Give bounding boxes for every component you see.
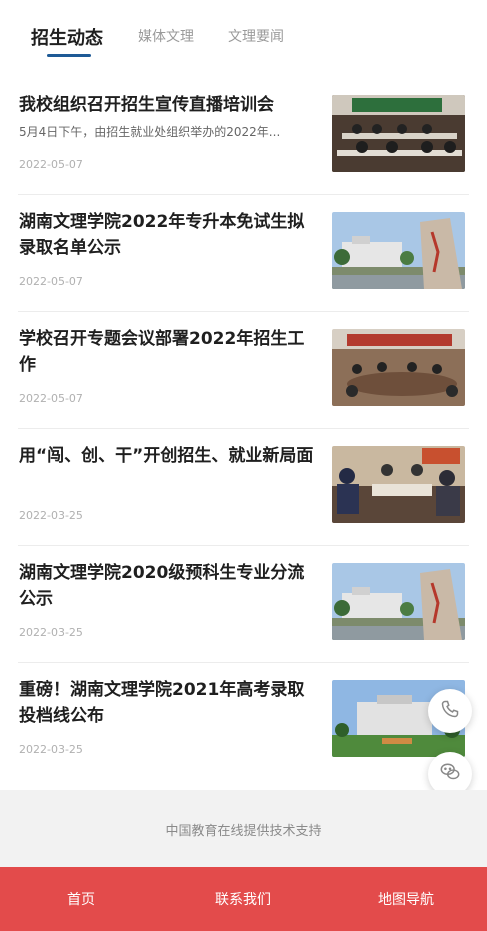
news-title[interactable]: 湖南文理学院2020级预科生专业分流公示	[19, 560, 315, 612]
news-date: 2022-05-07	[19, 158, 83, 171]
tab-bar: 招生动态 媒体文理 文理要闻	[0, 0, 487, 70]
phone-button[interactable]	[428, 689, 472, 733]
discussion-photo	[332, 446, 465, 523]
campus-stone-photo	[332, 563, 465, 640]
news-item[interactable]: 我校组织召开招生宣传直播培训会 5月4日下午，由招生就业处组织举办的2022年.…	[0, 78, 487, 195]
news-date: 2022-03-25	[19, 743, 83, 756]
nav-map[interactable]: 地图导航	[325, 867, 487, 931]
tab-admission-news[interactable]: 招生动态	[31, 24, 103, 50]
news-date: 2022-03-25	[19, 626, 83, 639]
news-thumbnail[interactable]	[332, 446, 465, 523]
conference-table-photo	[332, 329, 465, 406]
news-item[interactable]: 湖南文理学院2022年专升本免试生拟录取名单公示 2022-05-07	[0, 195, 487, 312]
nav-contact[interactable]: 联系我们	[162, 867, 324, 931]
news-summary: 5月4日下午，由招生就业处组织举办的2022年...	[19, 125, 281, 139]
wechat-icon	[439, 761, 461, 787]
footer-text: 中国教育在线提供技术支持	[165, 824, 322, 839]
news-title[interactable]: 湖南文理学院2022年专升本免试生拟录取名单公示	[19, 209, 315, 261]
news-item[interactable]: 重磅！湖南文理学院2021年高考录取投档线公布 2022-03-25	[0, 663, 487, 780]
news-date: 2022-05-07	[19, 392, 83, 405]
news-thumbnail[interactable]	[332, 212, 465, 289]
bottom-nav: 首页 联系我们 地图导航	[0, 867, 487, 931]
news-thumbnail[interactable]	[332, 563, 465, 640]
news-title[interactable]: 我校组织召开招生宣传直播培训会	[19, 92, 315, 118]
news-title[interactable]: 用“闯、创、干”开创招生、就业新局面	[19, 443, 315, 469]
news-thumbnail[interactable]	[332, 329, 465, 406]
campus-stone-photo	[332, 212, 465, 289]
active-tab-indicator	[47, 54, 91, 57]
footer-note: 中国教育在线提供技术支持	[0, 790, 487, 867]
tab-important-news[interactable]: 文理要闻	[228, 26, 284, 46]
news-date: 2022-05-07	[19, 275, 83, 288]
news-date: 2022-03-25	[19, 509, 83, 522]
news-item[interactable]: 学校召开专题会议部署2022年招生工作 2022-05-07	[0, 312, 487, 429]
news-item[interactable]: 湖南文理学院2020级预科生专业分流公示 2022-03-25	[0, 546, 487, 663]
phone-icon	[440, 699, 460, 723]
tab-media-news[interactable]: 媒体文理	[138, 26, 194, 46]
nav-home[interactable]: 首页	[0, 867, 162, 931]
news-title[interactable]: 学校召开专题会议部署2022年招生工作	[19, 326, 315, 378]
meeting-room-photo	[332, 95, 465, 172]
news-title[interactable]: 重磅！湖南文理学院2021年高考录取投档线公布	[19, 677, 315, 729]
news-item[interactable]: 用“闯、创、干”开创招生、就业新局面 2022-03-25	[0, 429, 487, 546]
news-thumbnail[interactable]	[332, 95, 465, 172]
